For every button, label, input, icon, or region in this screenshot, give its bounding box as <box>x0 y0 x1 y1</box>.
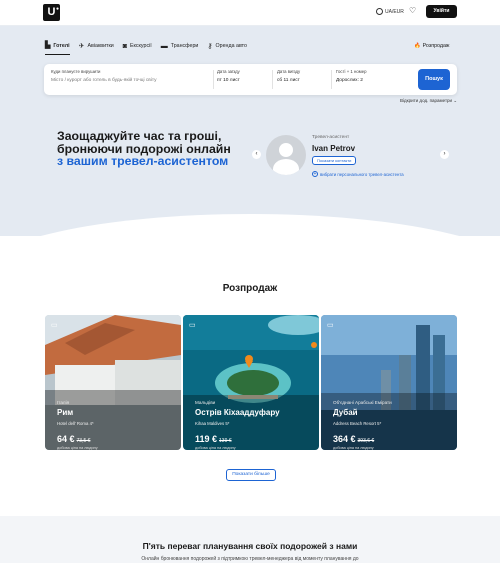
card-price-note: добова ціна на людину <box>57 446 98 450</box>
tab-hotels[interactable]: ▙ Готелі <box>45 42 70 55</box>
checkin-field[interactable]: Дата заїзду пт 10 лист <box>217 69 240 83</box>
login-button[interactable]: Увійти <box>426 5 457 18</box>
card-price-value: 119 € <box>195 434 218 444</box>
tab-label: Готелі <box>53 42 70 49</box>
card-hotel: Hotel dell' Roma 4* <box>57 421 94 426</box>
divider <box>331 70 332 89</box>
show-contacts-button[interactable]: Показати контакти <box>312 156 357 165</box>
camera-icon: ◙ <box>122 42 127 50</box>
card-country: Італія <box>57 400 70 405</box>
card-price: 64 €73,5 € <box>57 434 90 444</box>
tab-flights[interactable]: ✈ Авіаквитки <box>79 42 114 55</box>
advantages-title: П'ять переваг планування своїх подорожей… <box>142 541 358 551</box>
search-form: Куди плануєте вирушити Місто / курорт аб… <box>44 64 457 95</box>
suitcase-icon: ▭ <box>189 322 196 329</box>
guests-label: Гості + 1 номер <box>336 69 367 74</box>
card-country: Мальдіви <box>195 400 216 405</box>
language-label: UA/EUR <box>385 8 404 15</box>
card-city: Рим <box>57 408 74 417</box>
heart-icon[interactable]: ♡ <box>409 6 416 15</box>
card-image <box>183 315 319 450</box>
more-options-link[interactable]: Відкрити дод. параметри ⌄ <box>400 98 457 104</box>
page: U ● UA/EUR ♡ Увійти ▙ Готелі ✈ Авіаквитки… <box>0 0 500 563</box>
destination-label: Куди плануєте вирушити <box>51 69 101 74</box>
card-price-note: добова ціна на людину <box>195 446 236 450</box>
globe-icon <box>376 8 383 15</box>
checkout-label: Дата виїзду <box>277 69 301 74</box>
fire-icon: 🔥 <box>414 43 421 49</box>
advantages-subtitle: Онлайн бронювання подорожей з підтримкою… <box>141 556 359 562</box>
assistant-name: Ivan Petrov <box>312 144 356 153</box>
promo-line-1: Заощаджуйте час та гроші, <box>57 129 222 143</box>
key-icon: ⚷ <box>207 42 213 50</box>
card-price: 364 €393,6 € <box>333 434 374 444</box>
choose-assistant-link[interactable]: + вибрати персонального тревел-асистента <box>312 171 404 177</box>
tab-label: Оренда авто <box>215 43 247 49</box>
search-button[interactable]: Пошук <box>418 69 450 90</box>
suitcase-icon: ▭ <box>327 322 334 329</box>
card-image <box>45 315 181 450</box>
sale-link[interactable]: 🔥 Розпродаж <box>414 43 449 49</box>
tab-car-rental[interactable]: ⚷ Оренда авто <box>207 42 247 55</box>
sale-card[interactable]: ▭ Італія Рим Hotel dell' Roma 4* 64 €73,… <box>45 315 181 450</box>
assistant-promo: Заощаджуйте час та гроші, бронюючи подор… <box>57 130 257 168</box>
plus-icon: + <box>312 171 318 177</box>
promo-highlight: з вашим тревел-асистентом <box>57 154 229 168</box>
choose-assistant-label: вибрати персонального тревел-асистента <box>320 171 404 177</box>
sales-title: Розпродаж <box>222 283 278 294</box>
checkin-value: пт 10 лист <box>217 78 240 83</box>
sale-card[interactable]: ▭ Мальдіви Острів Кіхааддуфару Kihaa Mal… <box>183 315 319 450</box>
sale-card[interactable]: ▭ Об'єднані Арабські Емірати Дубай Addre… <box>321 315 457 450</box>
checkout-value: сб 11 лист <box>277 78 300 83</box>
card-city: Острів Кіхааддуфару <box>195 408 280 417</box>
service-tabs: ▙ Готелі ✈ Авіаквитки ◙ Екскурсії ▬ Тран… <box>45 42 247 55</box>
language-selector[interactable]: UA/EUR <box>376 8 404 15</box>
avatar <box>266 135 306 175</box>
tab-label: Екскурсії <box>130 43 152 49</box>
card-city: Дубай <box>333 408 358 417</box>
plane-icon: ✈ <box>78 42 85 50</box>
destination-field[interactable]: Куди плануєте вирушити Місто / курорт аб… <box>51 69 211 83</box>
card-hotel: Kihaa Maldives 5* <box>195 421 230 426</box>
more-options-label: Відкрити дод. параметри <box>400 98 453 103</box>
card-price: 119 €139 € <box>195 434 232 444</box>
card-old-price: 393,6 € <box>357 438 375 444</box>
card-old-price: 139 € <box>219 438 232 444</box>
divider <box>213 70 214 89</box>
card-country: Об'єднані Арабські Емірати <box>333 400 392 405</box>
chevron-right-icon[interactable]: › <box>440 150 449 159</box>
chevron-down-icon: ⌄ <box>453 98 458 103</box>
assistant-label: Тревел-асистент <box>312 135 350 140</box>
card-price-value: 364 € <box>333 434 356 444</box>
card-price-note: добова ціна на людину <box>333 446 374 450</box>
checkin-label: Дата заїзду <box>217 69 240 74</box>
destination-placeholder: Місто / курорт або готель в будь-якій то… <box>51 78 157 83</box>
tab-label: Авіаквитки <box>87 43 114 49</box>
hotel-icon: ▙ <box>45 42 51 49</box>
logo[interactable]: U ● <box>43 4 60 21</box>
sale-link-label: Розпродаж <box>422 43 450 49</box>
card-price-value: 64 € <box>57 434 75 444</box>
guests-field[interactable]: Гості + 1 номер Дорослих: 2 <box>336 69 366 83</box>
card-hotel: Address Beach Resort 5* <box>333 421 382 426</box>
card-old-price: 73,5 € <box>76 438 91 444</box>
top-bar: U ● UA/EUR ♡ Увійти <box>0 0 500 26</box>
guests-value: Дорослих: 2 <box>336 78 363 83</box>
chevron-left-icon[interactable]: ‹ <box>252 150 261 159</box>
tab-transfers[interactable]: ▬ Трансфери <box>161 42 199 55</box>
checkout-field[interactable]: Дата виїзду сб 11 лист <box>277 69 300 83</box>
suitcase-icon: ▭ <box>51 322 58 329</box>
car-icon: ▬ <box>160 42 168 50</box>
card-image <box>321 315 457 450</box>
tab-excursions[interactable]: ◙ Екскурсії <box>123 42 152 55</box>
show-more-button[interactable]: Показати більше <box>226 469 276 481</box>
tab-label: Трансфери <box>170 43 199 49</box>
divider <box>272 70 273 89</box>
